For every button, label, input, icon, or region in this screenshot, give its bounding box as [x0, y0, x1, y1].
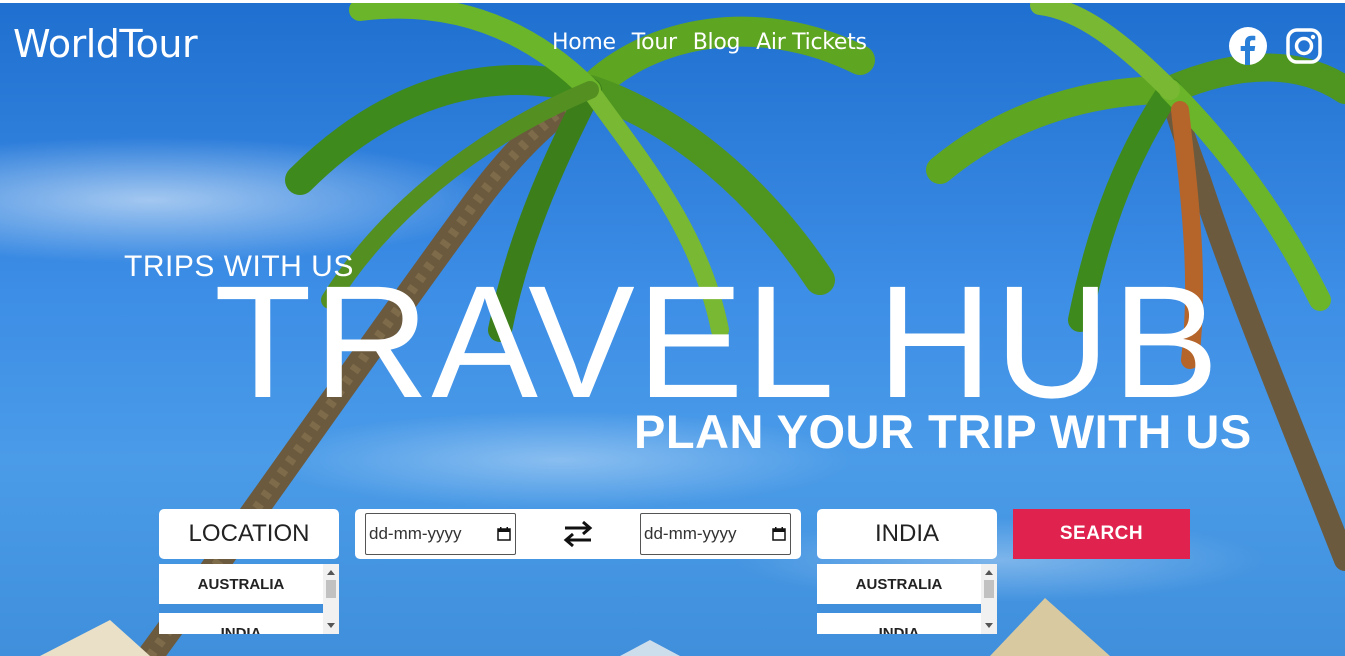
nav-tour[interactable]: Tour	[632, 30, 677, 55]
hero-subheadline: PLAN YOUR TRIP WITH US	[634, 405, 1252, 458]
date-to-placeholder: dd-mm-yyyy	[644, 524, 737, 543]
date-from-input[interactable]: dd-mm-yyyy	[365, 513, 516, 555]
date-to-input[interactable]: dd-mm-yyyy	[640, 513, 791, 555]
search-button[interactable]: SEARCH	[1013, 509, 1190, 559]
site-logo[interactable]: WorldTour	[13, 22, 198, 66]
list-item[interactable]: INDIA	[159, 613, 323, 634]
scroll-down-icon[interactable]	[985, 623, 993, 628]
scrollbar[interactable]	[323, 564, 339, 634]
hero-headline: TRAVEL HUB	[214, 252, 1221, 431]
facebook-icon[interactable]	[1229, 27, 1267, 65]
destination-listbox[interactable]: AUSTRALIA INDIA	[817, 564, 997, 634]
calendar-icon[interactable]	[497, 527, 511, 541]
main-nav: Home Tour Blog Air Tickets	[552, 30, 867, 55]
date-from-placeholder: dd-mm-yyyy	[369, 524, 462, 543]
list-item[interactable]: AUSTRALIA	[159, 564, 323, 604]
date-range-box: dd-mm-yyyy dd-mm-yyyy	[355, 509, 801, 559]
list-item[interactable]: INDIA	[817, 613, 981, 634]
top-border	[0, 0, 1345, 3]
destination-select[interactable]: INDIA	[817, 509, 997, 559]
scroll-down-icon[interactable]	[327, 623, 335, 628]
nav-blog[interactable]: Blog	[693, 30, 741, 55]
scroll-up-icon[interactable]	[985, 570, 993, 575]
location-listbox[interactable]: AUSTRALIA INDIA	[159, 564, 339, 634]
instagram-icon[interactable]	[1285, 27, 1323, 65]
scrollbar-thumb[interactable]	[326, 580, 336, 598]
nav-home[interactable]: Home	[552, 30, 616, 55]
scrollbar-thumb[interactable]	[984, 580, 994, 598]
scroll-up-icon[interactable]	[327, 570, 335, 575]
nav-air-tickets[interactable]: Air Tickets	[756, 30, 867, 55]
social-links	[1229, 27, 1323, 65]
scrollbar[interactable]	[981, 564, 997, 634]
swap-arrows-icon[interactable]	[561, 518, 595, 550]
list-item[interactable]: AUSTRALIA	[817, 564, 981, 604]
calendar-icon[interactable]	[772, 527, 786, 541]
location-select[interactable]: LOCATION	[159, 509, 339, 559]
